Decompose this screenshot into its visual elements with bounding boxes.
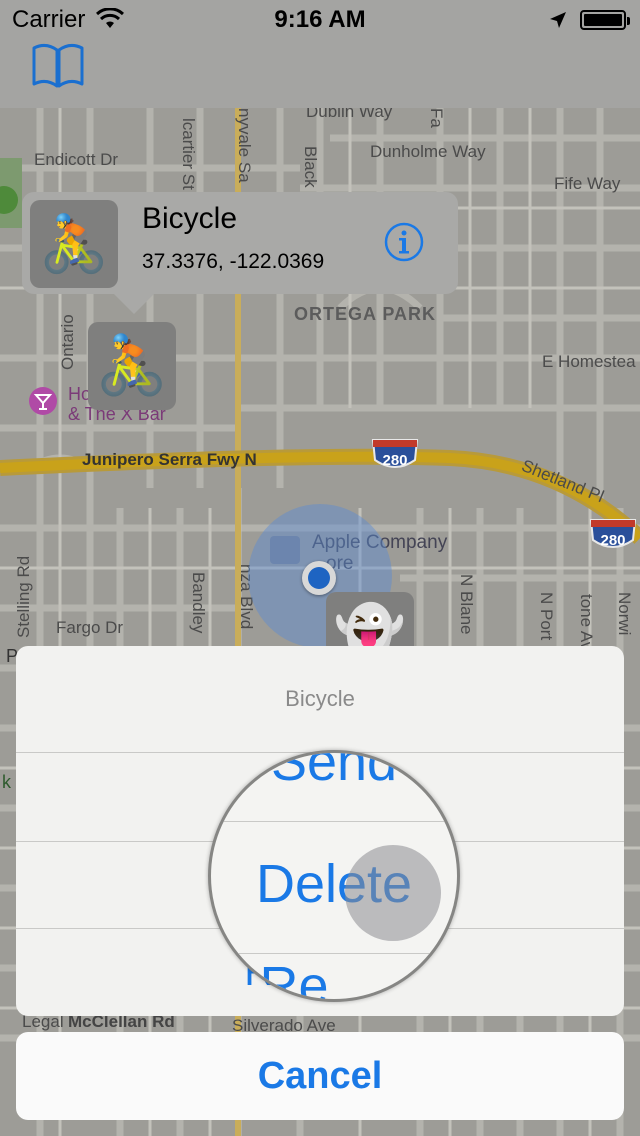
action-sheet-title: Bicycle <box>285 686 355 711</box>
highway-shield-number: 280 <box>600 532 625 549</box>
highway-shield-icon: 280 <box>589 519 637 549</box>
location-arrow-icon <box>550 12 566 28</box>
street-label: Endicott Dr <box>34 150 119 169</box>
map-callout[interactable]: 🚴 Bicycle 37.3376, -122.0369 <box>22 192 458 294</box>
street-label: Black <box>301 146 320 188</box>
bicycle-pin[interactable]: 🚴 <box>88 322 176 410</box>
magnified-send-text: Send <box>270 750 398 792</box>
street-label: Norwi <box>615 592 634 636</box>
callout-pointer <box>112 292 156 314</box>
callout-thumbnail: 🚴 <box>30 200 118 288</box>
street-label: Bandley <box>189 572 208 634</box>
street-label: N Blane <box>457 574 476 635</box>
street-label: Dublin Way <box>306 108 393 121</box>
bar-icon[interactable] <box>28 386 58 416</box>
magnified-rename-text: Re <box>259 956 329 1002</box>
divider <box>211 821 457 822</box>
touch-indicator <box>345 845 441 941</box>
battery-icon <box>580 10 630 30</box>
info-icon[interactable] <box>384 222 424 262</box>
highway-shield-number: 280 <box>382 452 407 469</box>
callout-title: Bicycle <box>142 202 238 235</box>
navigation-bar <box>0 40 640 108</box>
book-icon[interactable] <box>30 40 86 92</box>
street-label: Junipero Serra Fwy N <box>82 450 257 469</box>
street-label: nyvale Sa <box>235 108 254 183</box>
street-label: E Homestea <box>542 352 636 371</box>
highway-shield-icon: 280 <box>371 439 419 469</box>
street-label: Fife Way <box>554 174 621 193</box>
divider <box>211 953 457 954</box>
clock: 9:16 AM <box>274 6 366 33</box>
street-label: Stelling Rd <box>14 555 33 638</box>
street-label: k <box>2 772 11 792</box>
street-label: Fa <box>427 108 446 128</box>
street-label: Fargo Dr <box>56 618 124 637</box>
cancel-button[interactable]: Cancel <box>16 1032 624 1120</box>
street-label: Dunholme Way <box>370 142 486 161</box>
street-label: Ontario <box>58 314 77 370</box>
callout-coordinates: 37.3376, -122.0369 <box>142 250 325 273</box>
status-bar: Carrier 9:16 AM <box>0 0 640 40</box>
street-label: N Port <box>537 592 556 641</box>
user-location-dot[interactable] <box>302 561 336 595</box>
magnifier-loupe: Send Delete Re <box>208 750 460 1002</box>
park-label: ORTEGA PARK <box>294 304 437 324</box>
street-label: lcartier St <box>179 118 198 190</box>
